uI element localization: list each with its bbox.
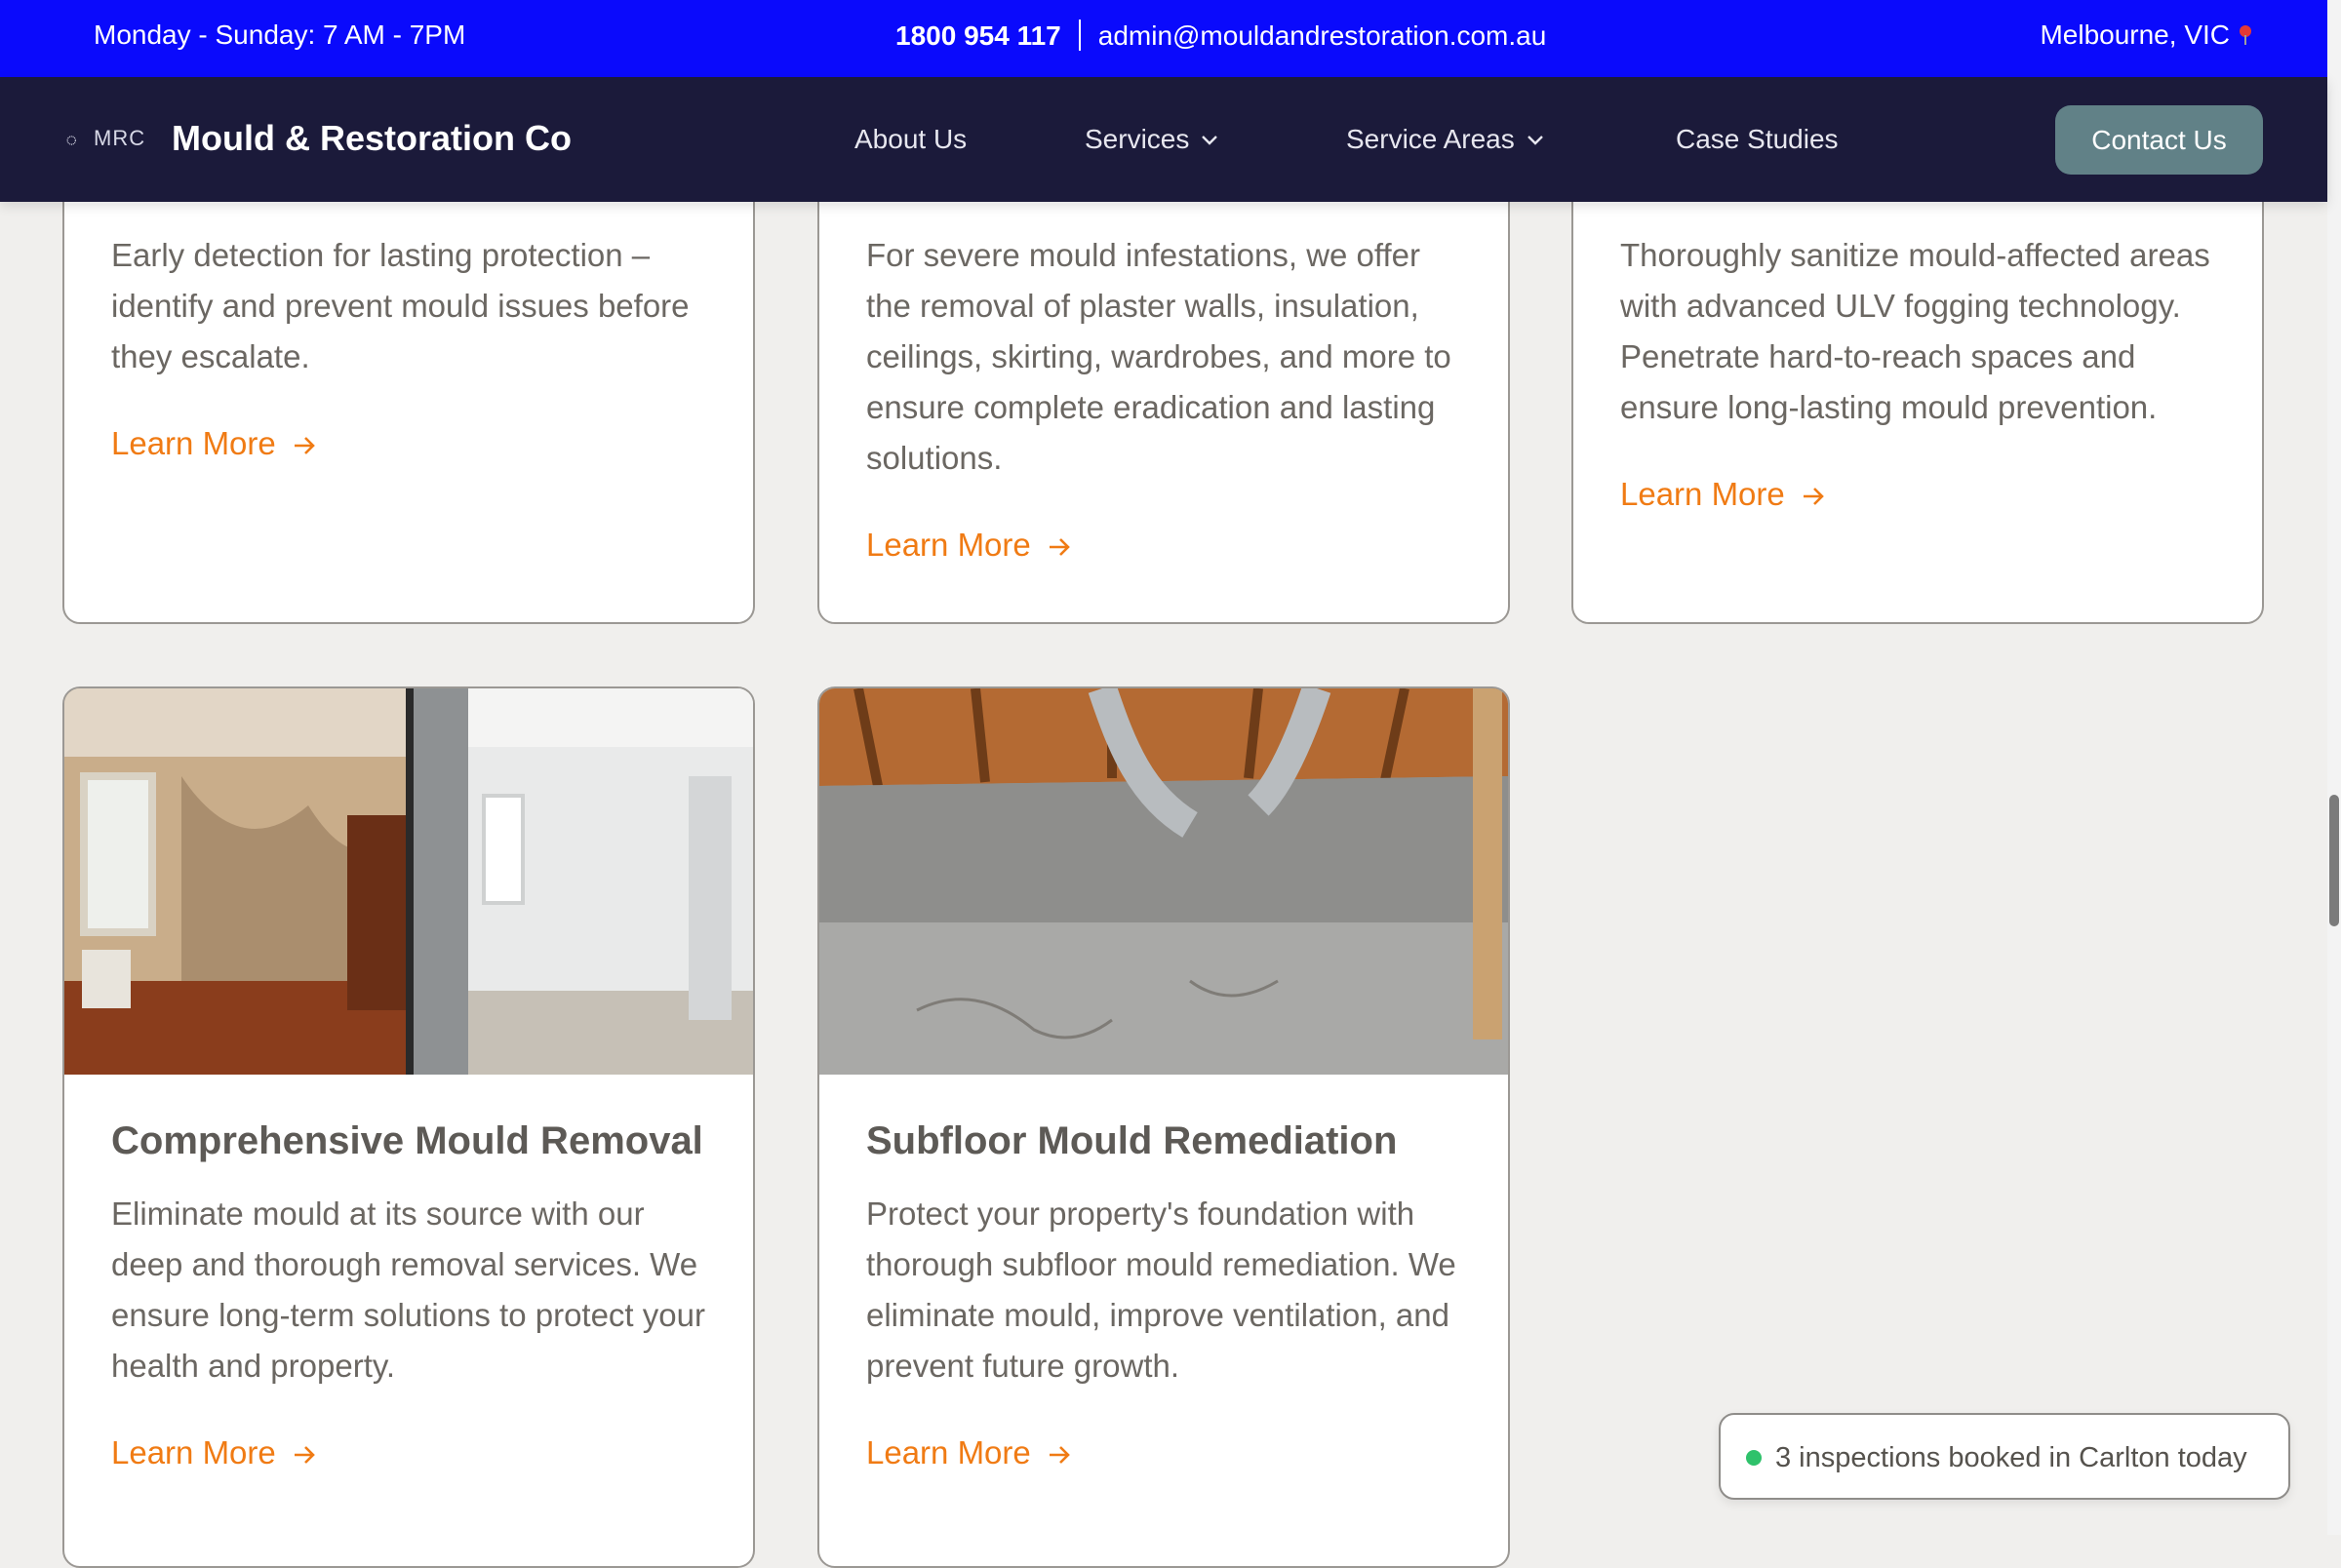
learn-more-link[interactable]: Learn More [111, 1434, 317, 1471]
location-text: Melbourne, VIC [2040, 20, 2230, 50]
learn-more-label: Learn More [1620, 476, 1785, 512]
email-link[interactable]: admin@mouldandrestoration.com.au [1098, 20, 1547, 51]
arrow-right-icon [1049, 1446, 1070, 1464]
card-title: Subfloor Mould Remediation [866, 1119, 1398, 1162]
brand-name[interactable]: Mould & Restoration Co [172, 118, 572, 159]
arrow-right-icon [1049, 538, 1070, 556]
card-body: Thoroughly sanitize mould-affected areas… [1620, 230, 2223, 513]
learn-more-link[interactable]: Learn More [1620, 476, 1826, 513]
service-card: Comprehensive Mould Removal Eliminate mo… [62, 686, 755, 1568]
subfloor-image [819, 688, 1508, 1075]
arrow-right-icon [294, 437, 315, 454]
logo-mark-text[interactable]: MRC [94, 126, 145, 151]
chevron-down-icon [1202, 136, 1218, 145]
contact-us-button[interactable]: Contact Us [2055, 105, 2263, 175]
nav-services-label: Services [1085, 124, 1190, 154]
learn-more-label: Learn More [866, 1434, 1031, 1470]
chevron-down-icon [1527, 136, 1543, 145]
booking-notification-toast[interactable]: 3 inspections booked in Carlton today [1719, 1413, 2290, 1500]
subfloor-illustration [819, 688, 1508, 1075]
map-pin-icon [2240, 25, 2251, 45]
nav-services[interactable]: Services [1085, 124, 1218, 155]
contact-info: 1800 954 117 admin@mouldandrestoration.co… [895, 20, 1546, 52]
logo-ring-icon[interactable] [66, 126, 96, 155]
nav-service-areas[interactable]: Service Areas [1346, 124, 1544, 155]
arrow-right-icon [294, 1446, 315, 1464]
service-card: For severe mould infestations, we offer … [817, 146, 1510, 624]
top-info-bar: Monday - Sunday: 7 AM - 7PM 1800 954 117… [0, 0, 2327, 77]
learn-more-link[interactable]: Learn More [866, 1434, 1072, 1471]
main-navbar: MRC Mould & Restoration Co About Us Serv… [0, 77, 2327, 202]
card-description: Early detection for lasting protection –… [111, 237, 690, 374]
arrow-right-icon [1803, 488, 1824, 505]
scrollbar-thumb[interactable] [2329, 795, 2339, 926]
divider [1078, 20, 1081, 51]
phone-link[interactable]: 1800 954 117 [895, 20, 1061, 51]
toast-text: 3 inspections booked in Carlton today [1775, 1442, 2247, 1473]
card-description: Thoroughly sanitize mould-affected areas… [1620, 237, 2210, 425]
service-card: Thoroughly sanitize mould-affected areas… [1571, 146, 2264, 624]
learn-more-label: Learn More [111, 1434, 276, 1470]
card-body: Early detection for lasting protection –… [111, 230, 714, 462]
learn-more-link[interactable]: Learn More [866, 527, 1072, 564]
nav-service-areas-label: Service Areas [1346, 124, 1515, 154]
nav-case-studies[interactable]: Case Studies [1676, 124, 1839, 155]
card-description: Protect your property's foundation with … [866, 1196, 1456, 1384]
card-title: Comprehensive Mould Removal [111, 1119, 703, 1162]
opening-hours: Monday - Sunday: 7 AM - 7PM [94, 20, 466, 50]
status-dot [1746, 1450, 1762, 1466]
page-scrollbar[interactable] [2327, 0, 2341, 1535]
card-body: Comprehensive Mould Removal Eliminate mo… [111, 1119, 714, 1471]
learn-more-link[interactable]: Learn More [111, 425, 317, 462]
card-body: Subfloor Mould Remediation Protect your … [866, 1119, 1469, 1471]
card-body: For severe mould infestations, we offer … [866, 230, 1469, 564]
card-description: Eliminate mould at its source with our d… [111, 1196, 705, 1384]
room-before-after-image [64, 688, 753, 1075]
location: Melbourne, VIC [2040, 20, 2253, 51]
service-card: Early detection for lasting protection –… [62, 146, 755, 624]
learn-more-label: Learn More [111, 425, 276, 461]
nav-about-us[interactable]: About Us [854, 124, 967, 155]
card-description: For severe mould infestations, we offer … [866, 237, 1451, 476]
room-before-after-illustration [64, 688, 753, 1075]
learn-more-label: Learn More [866, 527, 1031, 563]
service-card: Subfloor Mould Remediation Protect your … [817, 686, 1510, 1568]
